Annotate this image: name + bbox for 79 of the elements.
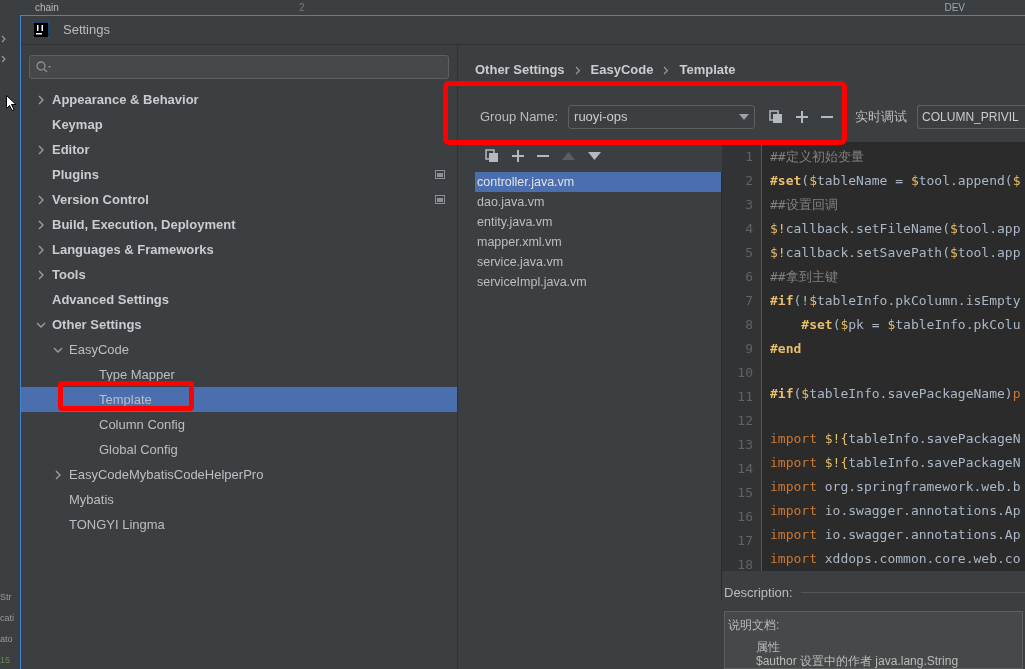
tree-item[interactable]: Build, Execution, Deployment (21, 212, 457, 237)
add-icon[interactable] (796, 111, 809, 123)
field-label: 实时调试 (855, 108, 908, 126)
code-line: ##设置回调 (770, 197, 838, 212)
file-item[interactable]: mapper.xml.vm (475, 232, 721, 252)
tree-item[interactable]: EasyCode (21, 337, 457, 362)
tree-item[interactable]: Advanced Settings (21, 287, 457, 312)
chevron-right-icon[interactable] (36, 94, 46, 105)
code-line: $!callback.setFileName($tool.app (770, 221, 1021, 236)
tree-item[interactable]: Version Control (21, 187, 457, 212)
doc-text: 属性 (755, 639, 781, 654)
code-line: import io.swagger.annotations.Ap (770, 527, 1021, 542)
background-text: cati (0, 614, 14, 623)
doc-title: 说明文档: (728, 616, 781, 634)
doc-text: $author 设置中的作者 java.lang.String (755, 653, 960, 668)
tree-item[interactable]: Tools (21, 262, 457, 287)
code-line: $!callback.setSavePath($tool.app (770, 245, 1021, 260)
tree-item[interactable]: Type Mapper (21, 362, 457, 387)
search-field[interactable] (29, 55, 449, 79)
background-text: 15 (0, 656, 11, 665)
file-item[interactable]: controller.java.vm (475, 172, 721, 192)
background-text: Str (0, 593, 13, 602)
code-line: #set($tableName = $tool.append($ (770, 173, 1021, 188)
code-line: #if($tableInfo.savePackageName)p (770, 386, 1021, 401)
code-line: import io.swagger.annotations.Ap (770, 503, 1021, 518)
group-dropdown[interactable]: ruoyi-ops (568, 105, 756, 129)
copy-icon[interactable] (485, 149, 499, 163)
breadcrumb-item[interactable]: Template (679, 60, 736, 80)
breadcrumb-item[interactable]: EasyCode (590, 60, 654, 80)
chevron-right-icon (574, 65, 581, 75)
move-down-icon[interactable] (588, 152, 601, 160)
tree-item[interactable]: EasyCodeMybatisCodeHelperPro (21, 462, 457, 487)
chevron-right-icon[interactable] (36, 194, 46, 205)
tree-item[interactable]: Appearance & Behavior (21, 87, 457, 112)
code-line: #if(!$tableInfo.pkColumn.isEmpty (770, 293, 1021, 308)
chevron-right-icon (0, 55, 8, 63)
code-editor[interactable] (722, 142, 1025, 571)
background-text: DEV (944, 2, 966, 13)
tree-item[interactable]: Global Config (21, 437, 457, 462)
debug-dropdown[interactable]: COLUMN_PRIVIL (917, 105, 1025, 129)
file-item[interactable]: dao.java.vm (475, 192, 721, 212)
tree-item[interactable]: TONGYI Lingma (21, 512, 457, 537)
file-item[interactable]: service.java.vm (475, 252, 721, 272)
code-line: import $!{tableInfo.savePackageN (770, 431, 1021, 446)
chevron-right-icon[interactable] (36, 219, 46, 230)
section-label: Description: (724, 584, 793, 602)
chevron-right-icon (663, 65, 670, 75)
tree-item[interactable]: Column Config (21, 412, 457, 437)
tree-item[interactable]: Plugins (21, 162, 457, 187)
code-line: ##拿到主键 (770, 269, 838, 284)
tree-item[interactable]: Mybatis (21, 487, 457, 512)
dropdown-arrow-icon (739, 114, 750, 120)
cursor-icon (6, 95, 17, 111)
chevron-right-icon (0, 35, 8, 43)
chevron-right-icon[interactable] (36, 269, 46, 280)
breadcrumb-item[interactable]: Other Settings (475, 60, 565, 80)
tree-item[interactable]: Editor (21, 137, 457, 162)
tree-item[interactable]: Languages & Frameworks (21, 237, 457, 262)
chevron-right-icon[interactable] (36, 144, 46, 155)
app-logo-icon (33, 22, 49, 38)
file-item[interactable]: entity.java.vm (475, 212, 721, 232)
code-line: ##定义初始变量 (770, 149, 864, 164)
window-title: Settings (63, 21, 110, 40)
file-item[interactable]: serviceImpl.java.vm (475, 272, 721, 292)
field-label: Group Name: (480, 108, 559, 127)
code-line: import xddops.common.core.web.co (770, 551, 1021, 566)
search-icon (36, 61, 52, 73)
background-text: chain (35, 2, 59, 13)
copy-icon[interactable] (769, 110, 784, 124)
chevron-right-icon[interactable] (36, 244, 46, 255)
chevron-right-icon[interactable] (53, 469, 63, 480)
tree-item[interactable]: Other Settings (21, 312, 457, 337)
add-icon[interactable] (512, 150, 524, 162)
code-line: #set($pk = $tableInfo.pkColu (800, 317, 1021, 332)
code-line: import org.springframework.web.b (770, 479, 1021, 494)
background-text: ato (0, 635, 14, 644)
code-line: import $!{tableInfo.savePackageN (770, 455, 1021, 470)
code-line: #end (770, 341, 802, 356)
tree-item[interactable]: Keymap (21, 112, 457, 137)
